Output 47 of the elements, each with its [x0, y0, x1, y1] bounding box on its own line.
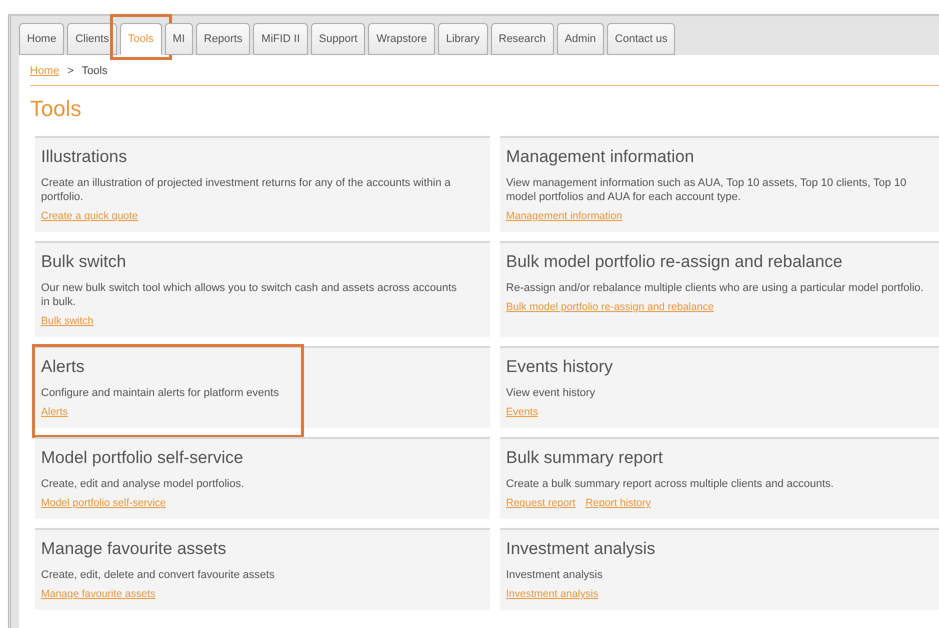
- card-link[interactable]: Bulk model portfolio re-assign and rebalance: [506, 301, 714, 313]
- card-description: Configure and maintain alerts for platform events: [41, 386, 280, 400]
- card-title: Bulk model portfolio re-assign and rebalance: [506, 252, 844, 272]
- card-title: Investment analysis: [506, 539, 656, 559]
- nav-tab[interactable]: Tools: [120, 23, 162, 55]
- card-description: Create, edit and analyse model portfolios.: [41, 477, 246, 491]
- card-link[interactable]: Manage favourite assets: [41, 588, 156, 600]
- card-title: Management information: [506, 147, 696, 167]
- card-description: Create an illustration of projected investment returns for any of the accounts within a portfolio.: [41, 176, 452, 204]
- nav-tab[interactable]: Reports: [196, 23, 250, 55]
- card-description: Our new bulk switch tool which allows you to switch cash and assets across accounts in bulk.: [41, 281, 458, 309]
- page-title: Tools: [30, 96, 82, 122]
- card-link[interactable]: Report history: [585, 497, 651, 509]
- card-link[interactable]: Model portfolio self-service: [41, 497, 166, 509]
- card-link[interactable]: Events: [506, 406, 538, 418]
- card-link[interactable]: Request report: [506, 497, 576, 509]
- nav-tab[interactable]: Library: [438, 23, 488, 55]
- breadcrumb-link[interactable]: Home: [30, 65, 60, 77]
- card-description: View event history: [506, 386, 596, 400]
- card-link[interactable]: Create a quick quote: [41, 210, 138, 222]
- nav-tab[interactable]: Clients: [67, 23, 117, 55]
- card-description: Create, edit, delete and convert favourite assets: [41, 568, 276, 582]
- card-title: Bulk switch: [41, 252, 128, 272]
- nav-tab[interactable]: Home: [19, 23, 64, 55]
- card-title: Manage favourite assets: [41, 539, 228, 559]
- card-link[interactable]: Management information: [506, 210, 622, 222]
- card-title: Alerts: [41, 357, 86, 377]
- card-description: View management information such as AUA, Top 10 assets, Top 10 clients, Top 10 model portfolios and AUA for each account type.: [506, 176, 908, 204]
- card-title: Events history: [506, 357, 614, 377]
- card-description: Investment analysis: [506, 568, 604, 582]
- card-title: Bulk summary report: [506, 448, 664, 468]
- nav-tab[interactable]: Support: [310, 23, 366, 55]
- card-link[interactable]: Bulk switch: [41, 315, 94, 327]
- nav-tab[interactable]: MI: [164, 23, 193, 55]
- nav-tab[interactable]: Contact us: [606, 23, 676, 55]
- card-description: Re-assign and/or rebalance multiple clients who are using a particular model portfolio.: [506, 281, 925, 295]
- nav-tab[interactable]: Research: [490, 23, 554, 55]
- card-link[interactable]: Alerts: [41, 406, 68, 418]
- breadcrumb-separator: >: [67, 65, 74, 77]
- breadcrumb-current: Tools: [82, 65, 108, 77]
- card-link[interactable]: Investment analysis: [506, 588, 598, 600]
- nav-tab[interactable]: MiFID II: [253, 23, 308, 55]
- nav-tab[interactable]: Admin: [556, 23, 604, 55]
- card-title: Illustrations: [41, 147, 128, 167]
- nav-tab[interactable]: Wrapstore: [368, 23, 435, 55]
- card-description: Create a bulk summary report across multiple clients and accounts.: [506, 477, 835, 491]
- card-title: Model portfolio self-service: [41, 448, 244, 468]
